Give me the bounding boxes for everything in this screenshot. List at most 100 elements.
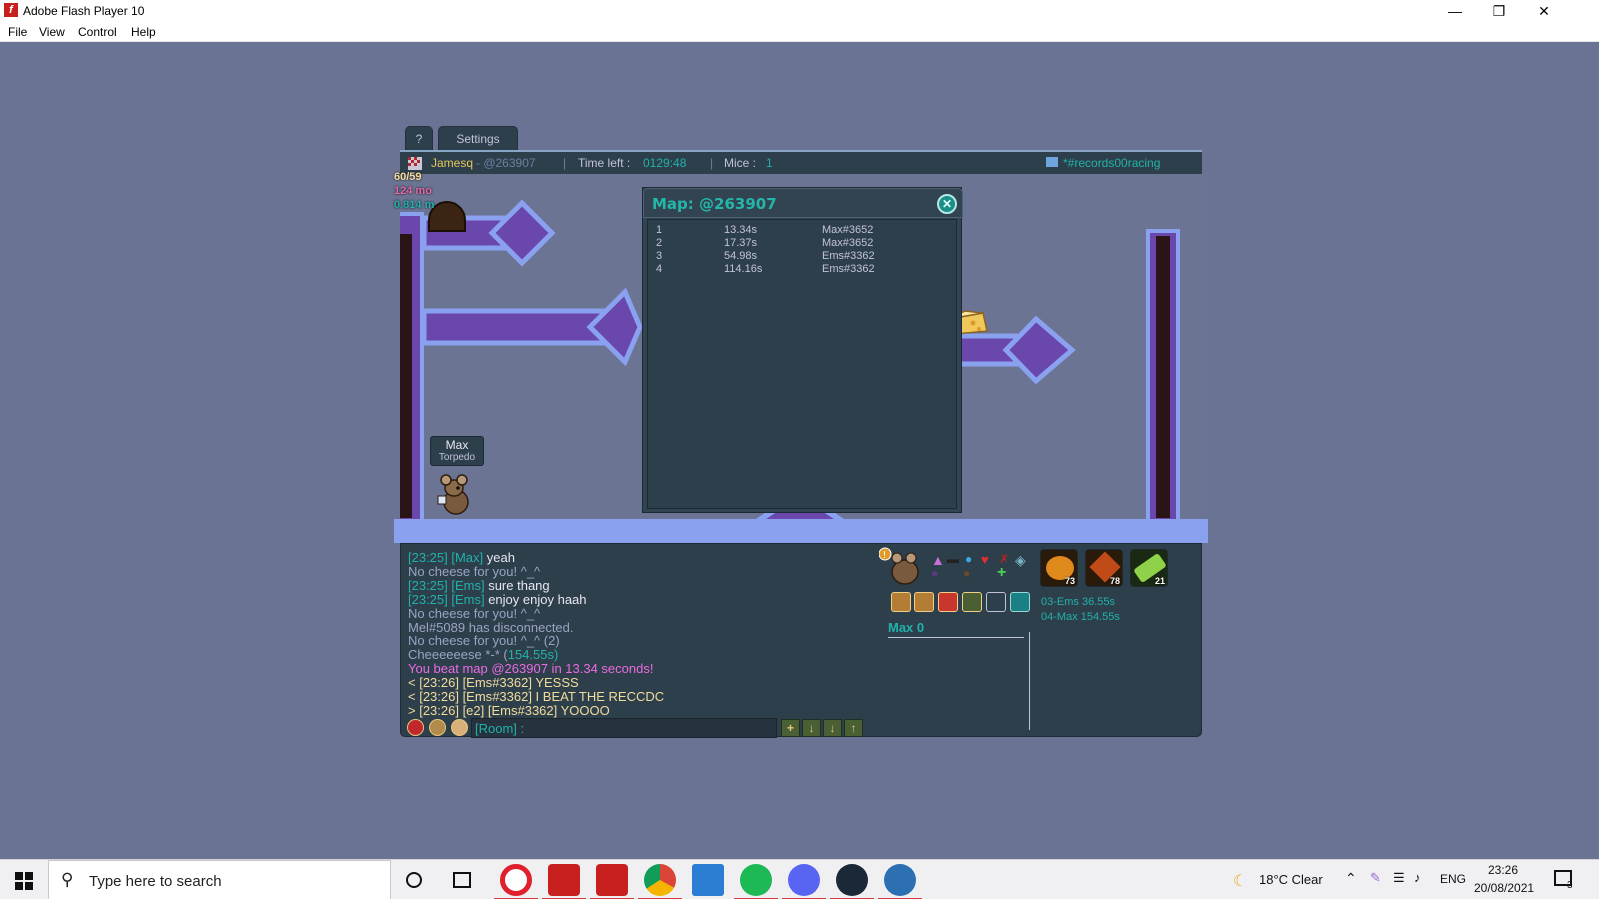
arrow-down-icon[interactable]: ↓ [802,719,821,737]
time: 13.34s [724,224,758,236]
chevron-up-icon[interactable]: ⌃ [1345,870,1357,887]
task-view-icon[interactable] [453,872,471,888]
chat-message: < [23:26] [Ems#3362] I BEAT THE RECCDC [408,689,664,704]
player-tag-name: Max [445,438,469,452]
chat-message-prefix: [23:25] [Ems] [408,591,489,607]
tab-help[interactable]: ? [405,126,433,150]
player: Ems#3362 [822,250,875,262]
store-icon[interactable] [692,864,724,896]
player-tag-title: Torpedo [438,452,476,463]
language-indicator[interactable]: ENG [1440,872,1466,886]
arrow-down-icon[interactable]: ↓ [823,719,842,737]
tab-settings[interactable]: Settings [438,126,518,150]
chat-message: [23:25] [Ems] enjoy enjoy haah [408,591,587,607]
rank: 2 [656,237,663,249]
chat-message-text: #3362] YOOOO [517,702,610,718]
time-left-label: Time left : [578,156,631,170]
player-name[interactable]: Jamesq [431,156,473,170]
list-icon[interactable] [914,592,934,612]
heart-icon[interactable] [407,719,424,736]
weather-text[interactable]: 18°C Clear [1259,872,1323,887]
item-slot-plank[interactable]: 21 [1130,549,1168,587]
chat-message-prefix: Mel [408,619,429,635]
chat-input[interactable]: [Room] : [471,718,777,738]
chat-message: Mel#5089 has disconnected. [408,619,574,635]
menu-control[interactable]: Control [78,25,117,39]
mice-label: Mice : [724,156,757,170]
fps-counter: 60/59 [394,171,422,183]
clock-time[interactable]: 23:26 [1488,863,1518,877]
menu-view[interactable]: View [39,25,65,39]
chat-message-prefix: No cheese for you! ^_^ [408,605,541,621]
menu-bar: File View Control Help [0,22,1599,42]
discord-icon[interactable] [986,592,1006,612]
chat-message-text: sure thang [488,577,550,593]
rank: 3 [656,250,663,262]
chrome-icon[interactable] [644,864,676,896]
volume-icon[interactable]: ♪ [1414,870,1421,885]
divider [1029,632,1030,730]
close-icon[interactable]: ✕ [937,194,957,214]
plus-icon[interactable]: + [781,719,800,737]
time-left-value: 0129:48 [643,156,687,170]
score-label: Max 0 [888,620,925,635]
steam-icon[interactable] [836,864,868,896]
windows-start-icon[interactable] [15,872,33,890]
wifi-icon[interactable]: ☰ [1393,870,1405,886]
chat-message: You beat map @263907 in 13.34 seconds! [408,661,654,677]
mouse-character [437,474,469,515]
windows-taskbar: ⚲ Type here to search ☾ 18°C Clear ⌃ ✎ ☰… [0,859,1599,899]
flash-icon[interactable] [548,864,580,896]
spotify-icon[interactable] [740,864,772,896]
svg-text:!: ! [883,550,886,561]
time: 17.37s [724,237,758,249]
speed-counter: 0.814 m [394,199,435,211]
divider [888,637,1024,638]
chat-bubble-icon[interactable] [962,592,982,612]
shield-icon[interactable] [429,719,446,736]
minimize-button[interactable]: — [1432,0,1478,22]
chat-message-text: enjoy enjoy haah [488,591,587,607]
bomb-icon: ● [931,566,939,580]
house-icon[interactable] [891,592,911,612]
menu-help[interactable]: Help [131,25,156,39]
item-slot-pumpkin[interactable]: 73 [1040,549,1078,587]
close-button[interactable]: ✕ [1521,0,1567,22]
arrow-up-icon[interactable]: ↑ [844,719,863,737]
restore-button[interactable]: ❐ [1476,0,1522,22]
chat-message-text: 154.55s) [507,647,559,663]
shop-icon[interactable] [938,592,958,612]
player-avatar[interactable]: ! [879,546,925,588]
chat-message-text: #5089 has disconnected. [428,619,574,635]
leaderboard-row: 2 17.37s Max#3652 [656,237,956,250]
chat-message-text: #3362] YESSS [492,675,579,691]
time: 54.98s [724,250,758,262]
chat-message-prefix: > [23:26] [e2] [Ems [408,702,518,718]
tribe-house-icon[interactable] [451,719,468,736]
flash-player-icon[interactable] [596,864,628,896]
menu-file[interactable]: File [8,25,27,39]
cortana-icon[interactable] [406,872,422,888]
item-slot-butterfly[interactable]: 78 [1085,549,1123,587]
rank: 1 [656,224,663,236]
flash-player-icon: f [4,3,18,17]
window-title-bar: f Adobe Flash Player 10 — ❐ ✕ [0,0,1599,22]
taskbar-search-box[interactable]: ⚲ Type here to search [48,860,391,899]
fullscreen-icon[interactable] [1010,592,1030,612]
room-name[interactable]: *#records00racing [1063,156,1203,170]
app-icon[interactable] [884,864,916,896]
search-placeholder: Type here to search [89,873,222,890]
feather-icon: ◈ [1015,552,1026,568]
opera-icon[interactable] [500,864,532,896]
chat-message-prefix: [23:25] [Ems] [408,577,489,593]
leaderboard-row: 1 13.34s Max#3652 [656,224,956,237]
notification-count: 3 [1567,880,1573,891]
discord-icon[interactable] [788,864,820,896]
pen-icon[interactable]: ✎ [1370,870,1381,886]
game-window: ? Settings Jamesq - @263907 | Time left … [394,125,1208,753]
chat-message-prefix: You beat map @263907 in 13.34 seconds! [408,661,654,677]
chat-message: No cheese for you! ^_^ [408,605,541,621]
leaderboard-popup: Map: @263907 ✕ 1 13.34s Max#3652 2 17.37… [642,187,963,513]
chat-message: [23:25] [Ems] sure thang [408,577,550,593]
clock-date[interactable]: 20/08/2021 [1474,881,1534,895]
